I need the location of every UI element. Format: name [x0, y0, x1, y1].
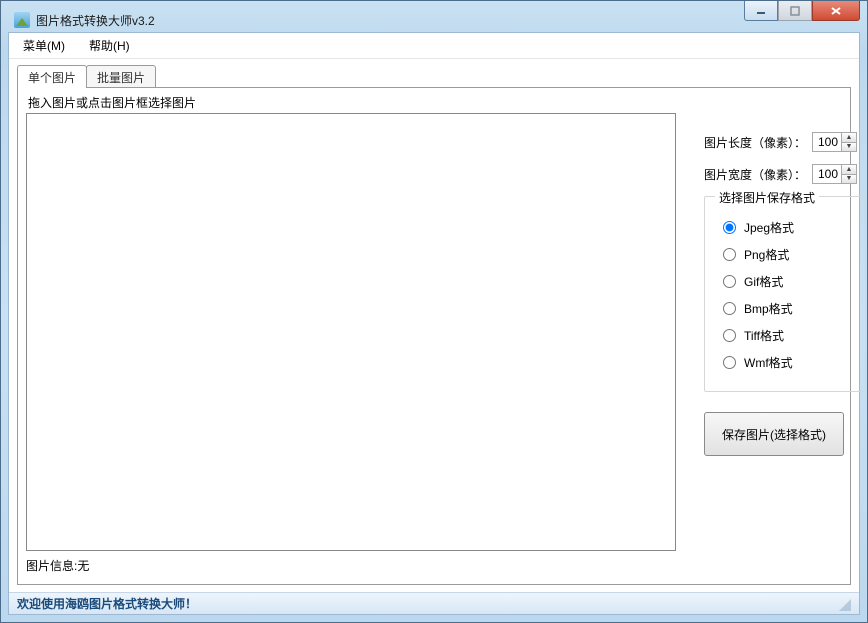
- format-label: Jpeg格式: [744, 219, 794, 236]
- minimize-button[interactable]: [744, 1, 778, 21]
- tab-label: 单个图片: [28, 71, 76, 85]
- length-input[interactable]: [813, 133, 841, 151]
- width-up-button[interactable]: ▲: [842, 165, 856, 174]
- format-radio-wmf[interactable]: [723, 356, 736, 369]
- format-label: Tiff格式: [744, 327, 784, 344]
- image-info: 图片信息:无: [26, 557, 842, 574]
- menu-item-main[interactable]: 菜单(M): [23, 37, 65, 54]
- format-label: Png格式: [744, 246, 789, 263]
- save-button[interactable]: 保存图片(选择格式): [704, 412, 844, 456]
- resize-grip-icon[interactable]: [837, 597, 851, 611]
- format-radio-tiff[interactable]: [723, 329, 736, 342]
- info-value: 无: [77, 559, 89, 573]
- close-button[interactable]: [812, 1, 860, 21]
- menu-item-help[interactable]: 帮助(H): [89, 37, 130, 54]
- client-area: 菜单(M) 帮助(H) 单个图片 批量图片 拖入图片或点击图片框选择图片 图片长…: [8, 32, 860, 615]
- info-label: 图片信息:: [26, 559, 77, 573]
- content-area: 单个图片 批量图片 拖入图片或点击图片框选择图片 图片长度（像素）： ▲ ▼: [9, 59, 859, 592]
- drop-hint: 拖入图片或点击图片框选择图片: [28, 94, 842, 111]
- format-legend: 选择图片保存格式: [715, 189, 819, 206]
- width-label: 图片宽度（像素）：: [704, 166, 806, 183]
- app-window: 图片格式转换大师v3.2 菜单(M) 帮助(H) 单个图片 批量图片 拖入图片或…: [0, 0, 868, 623]
- format-radio-bmp[interactable]: [723, 302, 736, 315]
- window-controls: [744, 1, 860, 21]
- format-group: 选择图片保存格式 Jpeg格式 Png格式 Gif格式 Bmp格式 Tiff格式…: [704, 196, 866, 392]
- tab-batch-image[interactable]: 批量图片: [86, 65, 156, 88]
- maximize-icon: [790, 6, 800, 16]
- minimize-icon: [756, 6, 766, 16]
- length-up-button[interactable]: ▲: [842, 133, 856, 142]
- format-label: Bmp格式: [744, 300, 793, 317]
- tabs: 单个图片 批量图片: [17, 65, 851, 87]
- format-label: Gif格式: [744, 273, 783, 290]
- width-row: 图片宽度（像素）： ▲ ▼: [704, 164, 866, 184]
- width-down-button[interactable]: ▼: [842, 174, 856, 183]
- tab-panel: 拖入图片或点击图片框选择图片 图片长度（像素）： ▲ ▼: [17, 87, 851, 585]
- maximize-button[interactable]: [778, 1, 812, 21]
- width-input[interactable]: [813, 165, 841, 183]
- length-down-button[interactable]: ▼: [842, 142, 856, 151]
- menubar: 菜单(M) 帮助(H): [9, 33, 859, 59]
- side-panel: 图片长度（像素）： ▲ ▼ 图片宽度（像素）：: [704, 132, 866, 456]
- statusbar: 欢迎使用海鸥图片格式转换大师！: [9, 592, 859, 614]
- tab-single-image[interactable]: 单个图片: [17, 65, 87, 88]
- format-label: Wmf格式: [744, 354, 793, 371]
- app-icon: [14, 12, 30, 28]
- width-stepper: ▲ ▼: [812, 164, 857, 184]
- length-row: 图片长度（像素）： ▲ ▼: [704, 132, 866, 152]
- close-icon: [830, 6, 842, 16]
- status-text: 欢迎使用海鸥图片格式转换大师！: [17, 595, 197, 612]
- format-radio-png[interactable]: [723, 248, 736, 261]
- titlebar: 图片格式转换大师v3.2: [8, 8, 860, 32]
- format-radio-jpeg[interactable]: [723, 221, 736, 234]
- length-stepper: ▲ ▼: [812, 132, 857, 152]
- tab-label: 批量图片: [97, 71, 145, 85]
- format-radio-gif[interactable]: [723, 275, 736, 288]
- length-label: 图片长度（像素）：: [704, 134, 806, 151]
- window-title: 图片格式转换大师v3.2: [36, 12, 155, 29]
- image-drop-area[interactable]: [26, 113, 676, 551]
